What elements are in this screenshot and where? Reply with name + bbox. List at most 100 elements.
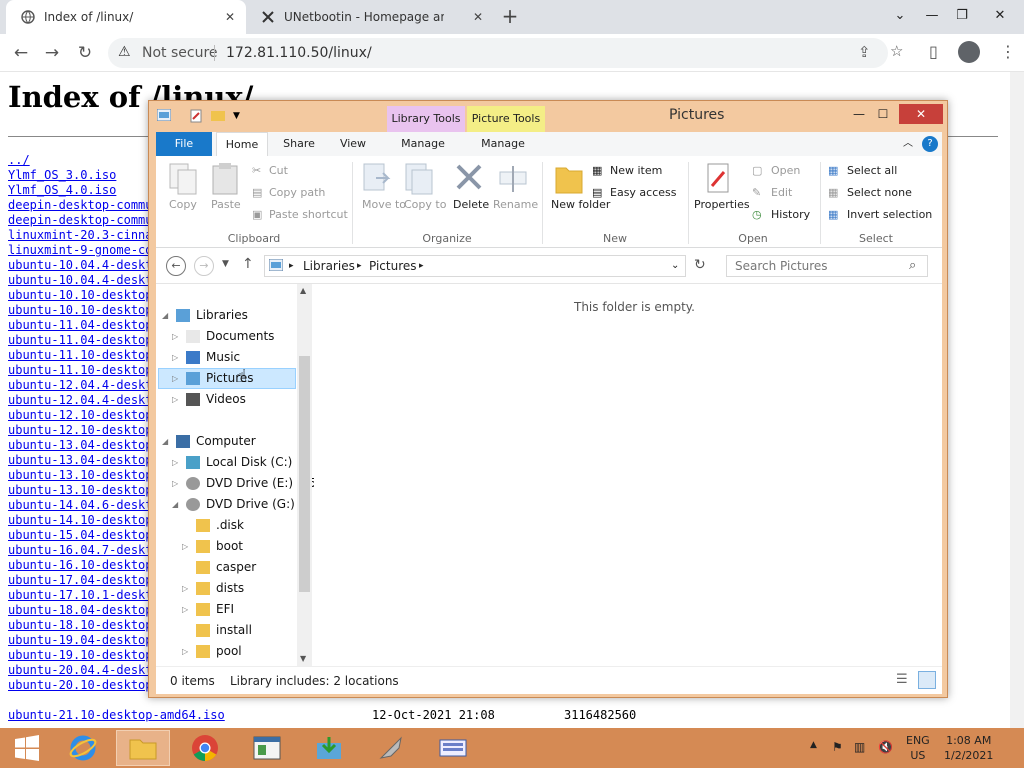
file-link[interactable]: ubuntu-11.10-desktop (8, 348, 153, 363)
tree-item[interactable]: boot (216, 539, 243, 553)
minimize-icon[interactable]: — (920, 4, 944, 28)
forward-arrow-icon[interactable]: → (40, 41, 64, 65)
breadcrumb-chevron-icon[interactable]: ▸ (289, 261, 294, 271)
breadcrumb-chevron-icon[interactable]: ▸ (357, 261, 362, 271)
cut-button[interactable]: Cut (269, 164, 288, 177)
volume-muted-icon[interactable]: 🔇 (878, 740, 893, 754)
file-link[interactable]: ubuntu-15.04-desktop (8, 528, 153, 543)
file-link[interactable]: deepin-desktop-commu (8, 213, 153, 228)
tree-item[interactable]: DVD Drive (G:) Ul (206, 497, 311, 511)
file-link[interactable]: ubuntu-10.04.4-deskt (8, 258, 153, 273)
tab-manage-picture[interactable]: Manage (468, 132, 538, 156)
back-icon[interactable]: ← (166, 256, 186, 276)
tab-file[interactable]: File (156, 132, 212, 156)
refresh-icon[interactable]: ↻ (694, 257, 706, 273)
tab-index-of-linux[interactable]: Index of /linux/ ✕ (6, 0, 246, 34)
chrome-icon[interactable] (178, 730, 232, 766)
file-link[interactable]: linuxmint-20.3-cinna (8, 228, 153, 243)
breadcrumb-chevron-icon[interactable]: ▸ (419, 261, 424, 271)
show-hidden-icons-icon[interactable]: ▲ (810, 740, 817, 750)
close-tab-icon[interactable]: ✕ (470, 9, 486, 25)
unetbootin-taskbar-icon[interactable] (302, 730, 356, 766)
file-link[interactable]: ubuntu-20.10-desktop (8, 678, 153, 693)
select-all-button[interactable]: Select all (847, 164, 897, 177)
scroll-down-icon[interactable]: ▼ (300, 654, 306, 663)
window-maximize-icon[interactable]: ☐ (869, 104, 897, 124)
tree-item[interactable]: casper (216, 560, 256, 574)
reload-icon[interactable]: ↻ (73, 41, 97, 65)
tree-item[interactable]: install (216, 623, 252, 637)
file-link[interactable]: ubuntu-10.10-desktop (8, 303, 153, 318)
tree-item[interactable]: Libraries (196, 308, 248, 322)
picture-tools-tab[interactable]: Picture Tools (467, 106, 545, 132)
edit-button[interactable]: Edit (771, 186, 792, 199)
file-link[interactable]: deepin-desktop-commu (8, 198, 153, 213)
properties-button[interactable]: Properties (694, 198, 750, 211)
file-link[interactable]: ubuntu-19.10-desktop (8, 648, 153, 663)
tree-item[interactable]: .disk (216, 518, 244, 532)
details-view-icon[interactable]: ☰ (896, 672, 908, 687)
expand-chevron-icon[interactable]: ◢ (162, 437, 168, 446)
tab-unetbootin[interactable]: UNetbootin - Homepage and Do ✕ (246, 0, 494, 34)
back-arrow-icon[interactable]: ← (9, 41, 33, 65)
menu-dots-icon[interactable]: ⋮ (1000, 42, 1016, 61)
tab-home[interactable]: Home (216, 132, 268, 156)
page-scrollbar[interactable] (1010, 72, 1024, 730)
file-link[interactable]: Ylmf_OS_4.0.iso (8, 183, 153, 198)
tree-item[interactable]: EFI (216, 602, 234, 616)
flag-icon[interactable]: ⚑ (832, 740, 843, 754)
tab-search-icon[interactable]: ⌄ (888, 4, 912, 28)
expand-chevron-icon[interactable]: ▷ (172, 353, 178, 362)
breadcrumb-libraries[interactable]: Libraries (303, 259, 355, 273)
expand-chevron-icon[interactable]: ▷ (182, 584, 188, 593)
clock[interactable]: 1:08 AM 1/2/2021 (944, 733, 993, 763)
file-link[interactable]: ubuntu-18.10-desktop (8, 618, 153, 633)
file-link[interactable]: ubuntu-14.10-desktop (8, 513, 153, 528)
new-folder-button[interactable]: New folder (551, 198, 610, 211)
up-icon[interactable]: ↑ (242, 256, 254, 272)
profile-avatar-icon[interactable] (958, 41, 980, 63)
collapse-ribbon-icon[interactable]: ︿ (900, 132, 916, 156)
copy-path-button[interactable]: Copy path (269, 186, 325, 199)
file-link[interactable]: ubuntu-16.10-desktop (8, 558, 153, 573)
file-link[interactable]: ubuntu-11.04-desktop (8, 333, 153, 348)
nav-scrollbar[interactable]: ▲ ▼ (297, 284, 312, 666)
expand-chevron-icon[interactable]: ▷ (182, 542, 188, 551)
expand-chevron-icon[interactable]: ▷ (172, 395, 178, 404)
forward-icon[interactable]: → (194, 256, 214, 276)
expand-chevron-icon[interactable]: ▷ (172, 374, 178, 383)
move-to-button[interactable]: Move to (362, 198, 406, 211)
share-icon[interactable]: ⇪ (858, 43, 871, 61)
address-dropdown-icon[interactable]: ⌄ (671, 260, 679, 271)
tab-view[interactable]: View (330, 132, 376, 156)
file-link[interactable]: ubuntu-13.04-desktop (8, 438, 153, 453)
open-button[interactable]: Open (771, 164, 800, 177)
nav-scroll-thumb[interactable] (299, 356, 310, 592)
close-window-icon[interactable]: ✕ (988, 4, 1012, 28)
file-link[interactable]: ubuntu-14.04.6-deskt (8, 498, 153, 513)
language-indicator[interactable]: ENG US (906, 733, 930, 763)
tree-item[interactable]: dists (216, 581, 244, 595)
address-bar[interactable]: ⚠ Not secure 172.81.110.50/linux/ ⇪ ☆ (108, 38, 903, 68)
file-link[interactable]: ubuntu-12.04.4-deskt (8, 393, 153, 408)
close-tab-icon[interactable]: ✕ (222, 9, 238, 25)
copy-to-button[interactable]: Copy to (404, 198, 446, 211)
breadcrumb-pictures[interactable]: Pictures (369, 259, 417, 273)
expand-chevron-icon[interactable]: ▷ (182, 605, 188, 614)
new-tab-button[interactable]: + (498, 5, 522, 29)
file-link[interactable]: ubuntu-17.04-desktop (8, 573, 153, 588)
file-link[interactable]: ubuntu-11.10-desktop (8, 363, 153, 378)
new-item-button[interactable]: New item (610, 164, 662, 177)
tree-item[interactable]: Computer (196, 434, 256, 448)
expand-chevron-icon[interactable]: ◢ (172, 500, 178, 509)
file-link[interactable]: ../ (8, 153, 153, 168)
expand-chevron-icon[interactable]: ▷ (182, 647, 188, 656)
file-link[interactable]: ubuntu-11.04-desktop (8, 318, 153, 333)
copy-button[interactable]: Copy (169, 198, 197, 211)
tree-item[interactable]: Local Disk (C:) (206, 455, 292, 469)
help-icon[interactable]: ? (922, 136, 938, 152)
bookmark-star-icon[interactable]: ☆ (890, 42, 903, 60)
file-link[interactable]: ubuntu-18.04-desktop (8, 603, 153, 618)
tree-item[interactable]: pool (216, 644, 242, 658)
file-link[interactable]: ubuntu-10.10-desktop (8, 288, 153, 303)
